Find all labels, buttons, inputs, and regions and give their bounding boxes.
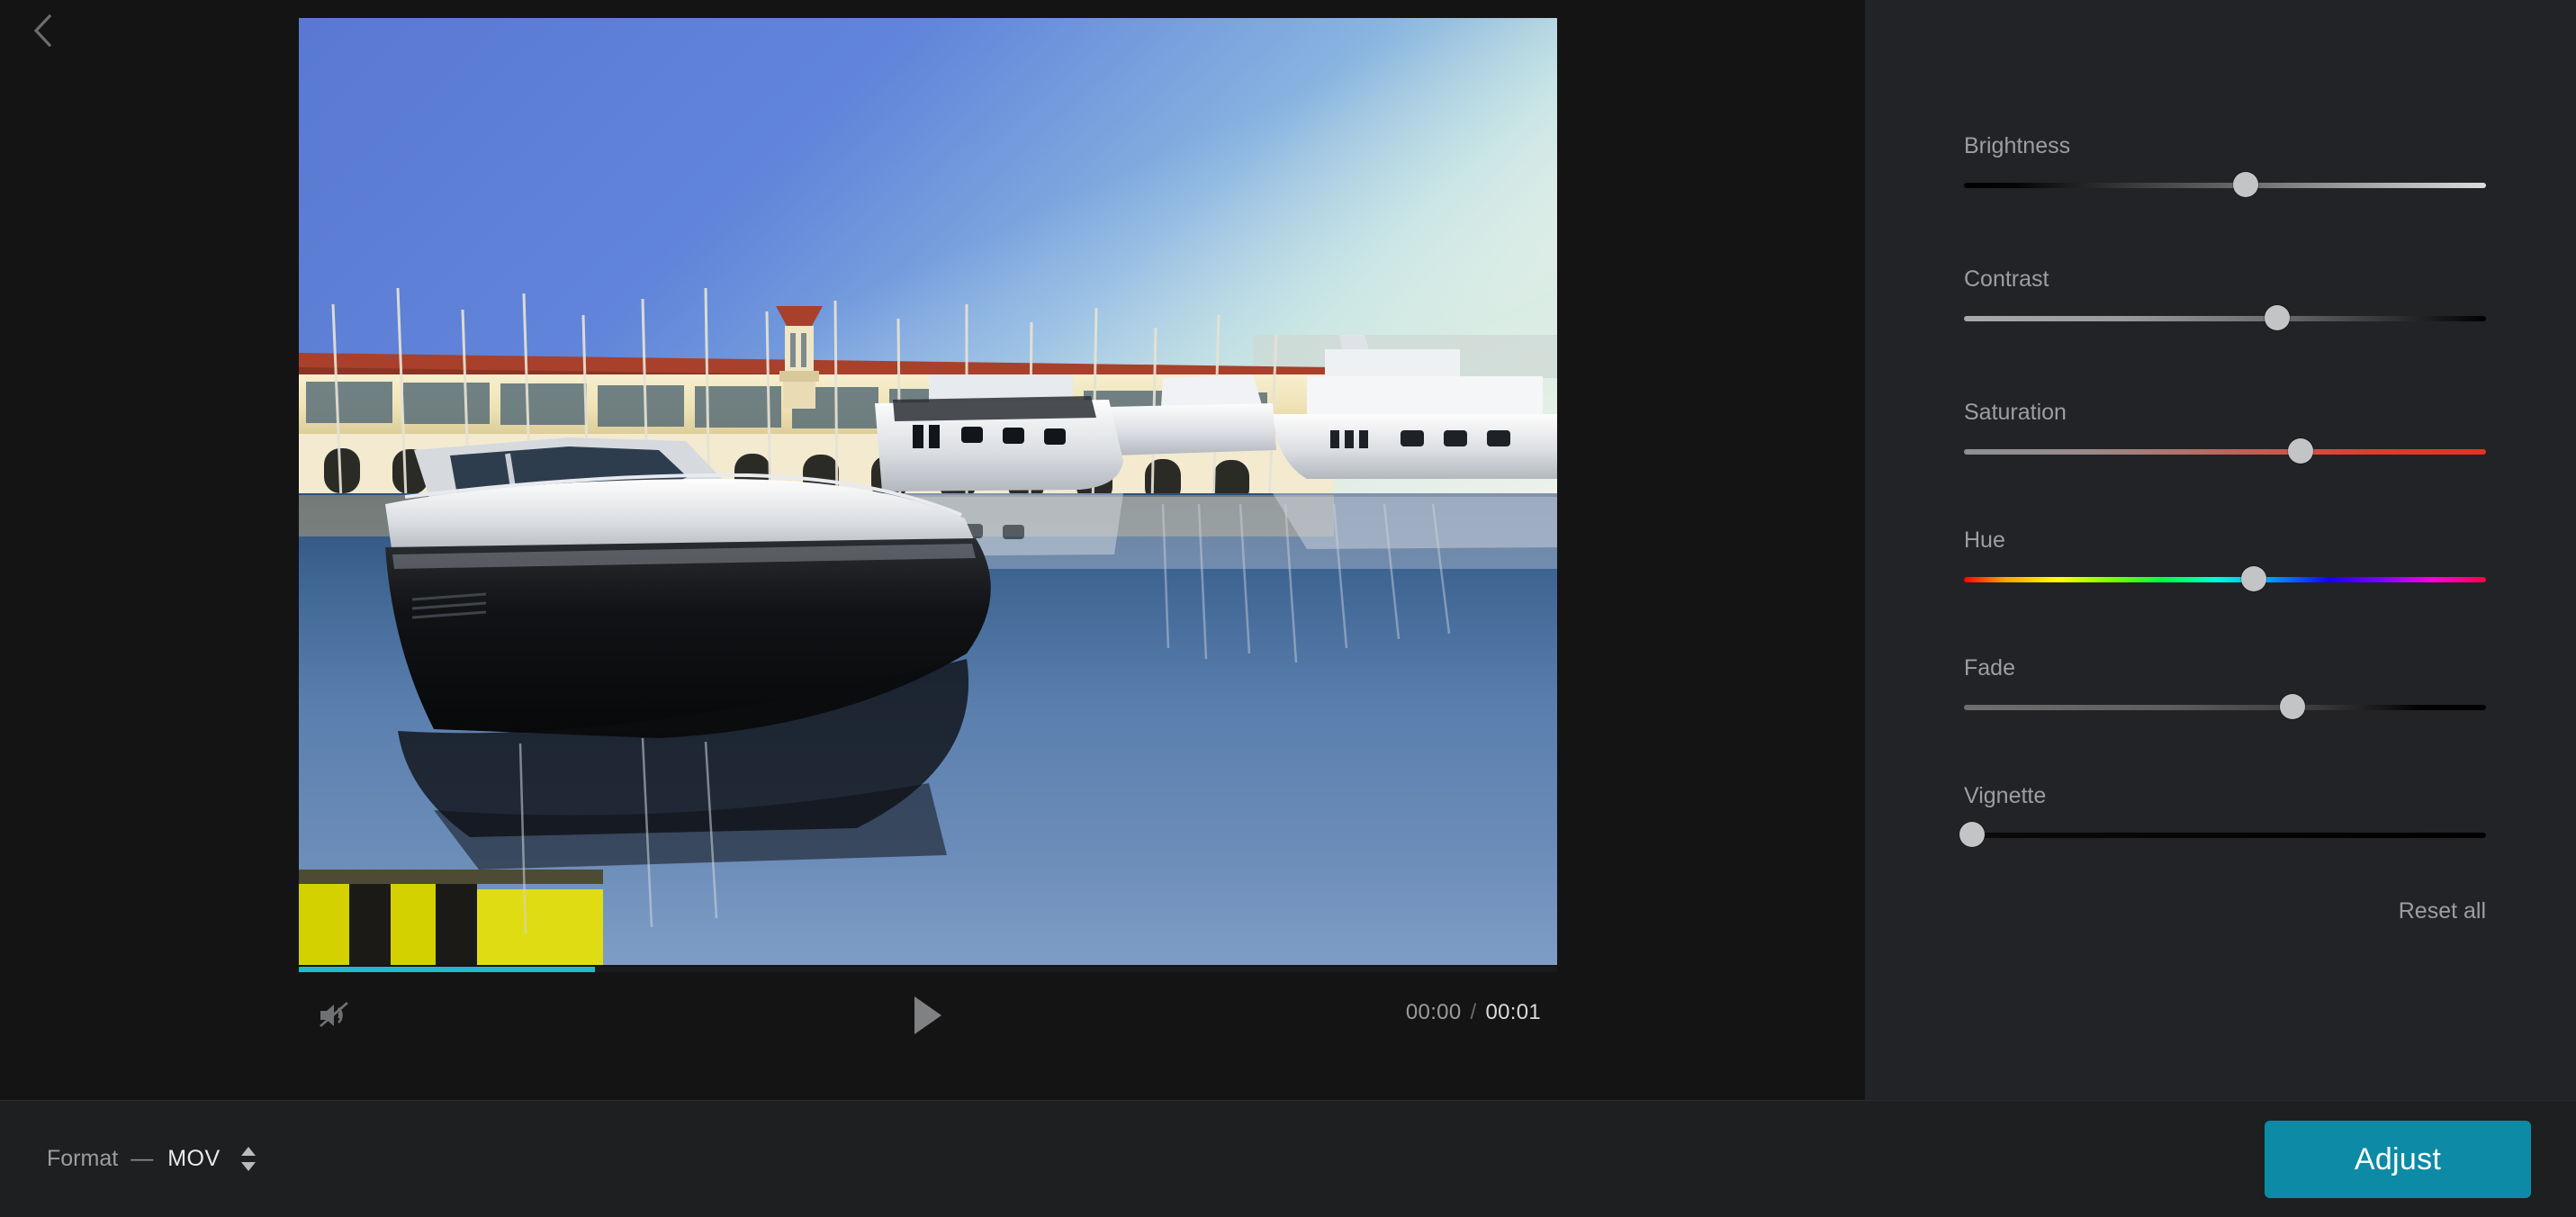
- editor-left-pane: 00:00 / 00:01: [0, 0, 1865, 1100]
- total-time: 00:01: [1485, 1000, 1541, 1024]
- slider-label-hue: Hue: [1964, 527, 2005, 553]
- play-icon: [911, 995, 945, 1041]
- bottom-toolbar: Format — MOV Adjust: [0, 1100, 2576, 1217]
- brightness-thumb[interactable]: [2233, 172, 2259, 197]
- fade-thumb[interactable]: [2280, 694, 2306, 719]
- slider-track-hue[interactable]: [1964, 566, 2486, 593]
- slider-label-saturation: Saturation: [1964, 400, 2067, 425]
- format-label: Format: [47, 1146, 119, 1171]
- slider-label-fade: Fade: [1964, 655, 2015, 681]
- video-progress-bar[interactable]: [299, 967, 1557, 972]
- play-button[interactable]: [900, 992, 956, 1042]
- hue-track-gradient: [1964, 577, 2486, 582]
- contrast-track-gradient: [1964, 316, 2486, 321]
- vignette-thumb[interactable]: [1959, 822, 1985, 847]
- vignette-track-gradient: [1964, 833, 2486, 838]
- video-frame-image: [299, 18, 1557, 965]
- slider-label-vignette: Vignette: [1964, 783, 2047, 808]
- format-dash: —: [131, 1146, 154, 1171]
- format-selector[interactable]: Format — MOV: [47, 1146, 257, 1172]
- slider-label-contrast: Contrast: [1964, 266, 2049, 292]
- video-progress-fill: [299, 967, 595, 972]
- saturation-track-gradient: [1964, 449, 2486, 455]
- player-controls: 00:00 / 00:01: [299, 988, 1557, 1046]
- adjust-button[interactable]: Adjust: [2265, 1121, 2531, 1198]
- chevron-left-icon: [32, 13, 55, 49]
- speaker-muted-icon: [317, 999, 353, 1036]
- slider-label-brightness: Brightness: [1964, 133, 2071, 158]
- slider-track-vignette[interactable]: [1959, 822, 2486, 849]
- time-display: 00:00 / 00:01: [1406, 1000, 1541, 1025]
- time-separator: /: [1470, 1000, 1477, 1024]
- reset-all-button[interactable]: Reset all: [2399, 898, 2486, 924]
- slider-track-fade[interactable]: [1964, 694, 2486, 721]
- video-editor-window: 00:00 / 00:01 Brightness Contrast Satura…: [0, 0, 2576, 1217]
- adjust-panel: Brightness Contrast Saturation Hue Fade …: [1865, 0, 2576, 1100]
- hue-thumb[interactable]: [2240, 566, 2266, 591]
- fade-track-gradient: [1964, 705, 2486, 710]
- current-time: 00:00: [1405, 1000, 1462, 1024]
- slider-track-contrast[interactable]: [1964, 305, 2486, 332]
- stepper-updown-icon[interactable]: [240, 1147, 257, 1171]
- slider-track-brightness[interactable]: [1964, 172, 2486, 199]
- saturation-thumb[interactable]: [2288, 438, 2314, 464]
- brightness-track-gradient: [1964, 183, 2486, 188]
- video-preview[interactable]: [299, 18, 1557, 965]
- back-button[interactable]: [16, 5, 70, 56]
- mute-button[interactable]: [311, 996, 358, 1039]
- format-value: MOV: [167, 1146, 221, 1171]
- slider-track-saturation[interactable]: [1964, 438, 2486, 465]
- contrast-thumb[interactable]: [2265, 305, 2290, 330]
